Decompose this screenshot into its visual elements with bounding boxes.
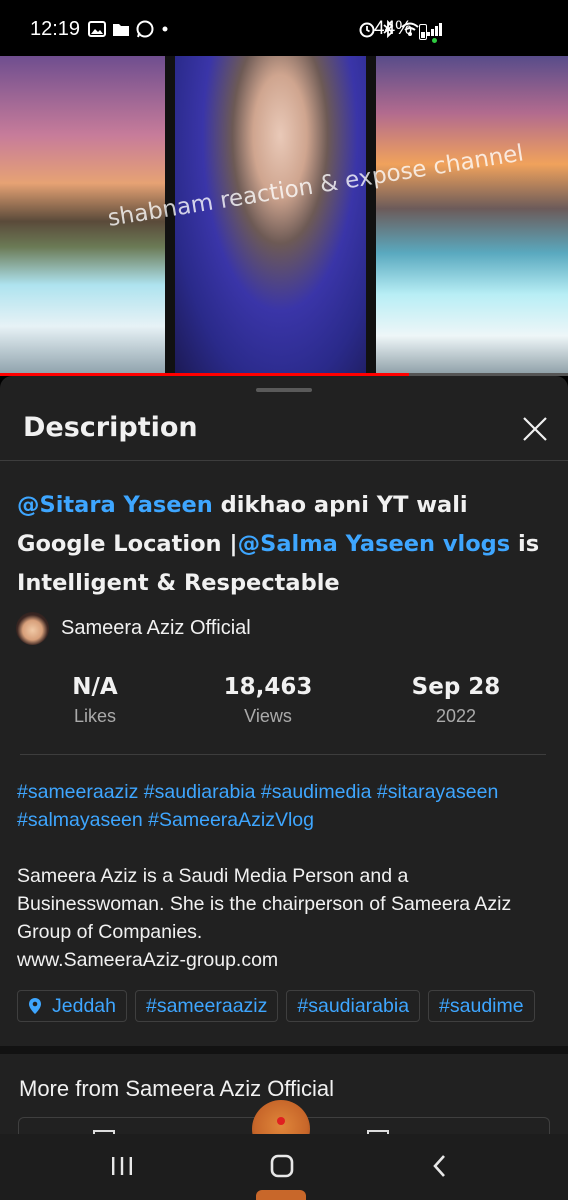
stat-likes-label: Likes — [73, 706, 117, 726]
hashtags[interactable]: #sameeraaziz #saudiarabia #saudimedia #s… — [17, 778, 557, 834]
mention-sitara-yaseen[interactable]: @Sitara Yaseen — [17, 492, 213, 518]
website-link[interactable]: www.SameeraAziz-group.com — [17, 946, 557, 974]
more-from-heading: More from Sameera Aziz Official — [19, 1076, 335, 1101]
video-player[interactable]: shabnam reaction & expose channel — [0, 56, 568, 374]
gallery-icon — [88, 21, 106, 37]
status-time: 12:19 — [30, 18, 81, 40]
chip-tag-saudiarabia[interactable]: #saudiarabia — [286, 990, 421, 1022]
video-title: @Sitara Yaseen dikhao apni YT wali Googl… — [17, 486, 557, 603]
sheet-drag-handle[interactable] — [256, 388, 312, 392]
status-notification-icons — [88, 20, 170, 38]
home-icon — [270, 1154, 294, 1178]
description-text: Sameera Aziz is a Saudi Media Person and… — [17, 865, 512, 943]
battery-icon — [419, 24, 427, 40]
stat-date-value: Sep 28 — [411, 674, 501, 700]
sheet-title: Description — [23, 412, 198, 443]
stat-date-year: 2022 — [435, 706, 477, 726]
status-bar: 12:19 44% — [0, 0, 568, 56]
dot-icon — [162, 26, 168, 32]
recent-apps-icon — [112, 1157, 132, 1175]
stat-views-label: Views — [244, 706, 292, 726]
channel-row[interactable]: Sameera Aziz Official — [16, 612, 251, 645]
channel-name[interactable]: Sameera Aziz Official — [61, 617, 251, 640]
battery-percent: 44% — [374, 18, 413, 39]
stat-likes-value: N/A — [72, 674, 118, 700]
stat-views-value: 18,463 — [223, 674, 313, 700]
channel-avatar[interactable] — [16, 612, 49, 645]
mention-salma-yaseen-vlogs[interactable]: @Salma Yaseen vlogs — [238, 531, 511, 557]
home-button[interactable] — [262, 1150, 302, 1182]
chip-location-label: Jeddah — [52, 994, 116, 1017]
stat-likes: N/A Likes — [15, 674, 175, 727]
chip-location[interactable]: Jeddah — [17, 990, 127, 1022]
location-pin-icon — [29, 998, 41, 1014]
stat-date: Sep 28 2022 — [376, 674, 536, 727]
header-divider — [0, 460, 568, 461]
back-icon — [433, 1155, 445, 1177]
privacy-indicator-dot — [432, 38, 437, 43]
chip-tag-sameeraaziz[interactable]: #sameeraaziz — [134, 990, 279, 1022]
chip-row: Jeddah #sameeraaziz #saudiarabia #saudime — [17, 990, 568, 1024]
stats-row: N/A Likes 18,463 Views Sep 28 2022 — [0, 674, 568, 734]
description-body: Sameera Aziz is a Saudi Media Person and… — [17, 862, 557, 974]
signal-icon — [427, 23, 442, 36]
stat-views: 18,463 Views — [188, 674, 348, 727]
bubble-dot — [277, 1117, 285, 1125]
whatsapp-icon — [136, 20, 154, 38]
floating-bubble-lower — [256, 1190, 306, 1200]
recent-apps-button[interactable] — [102, 1150, 142, 1182]
description-sheet: Description @Sitara Yaseen dikhao apni Y… — [0, 376, 568, 1148]
stats-divider — [20, 754, 546, 755]
folder-icon — [113, 23, 129, 36]
close-button[interactable] — [516, 410, 554, 448]
back-button[interactable] — [420, 1150, 460, 1182]
section-separator — [0, 1046, 568, 1054]
video-background-right — [376, 56, 568, 374]
close-icon — [523, 417, 547, 441]
chip-tag-saudimedia[interactable]: #saudime — [428, 990, 535, 1022]
